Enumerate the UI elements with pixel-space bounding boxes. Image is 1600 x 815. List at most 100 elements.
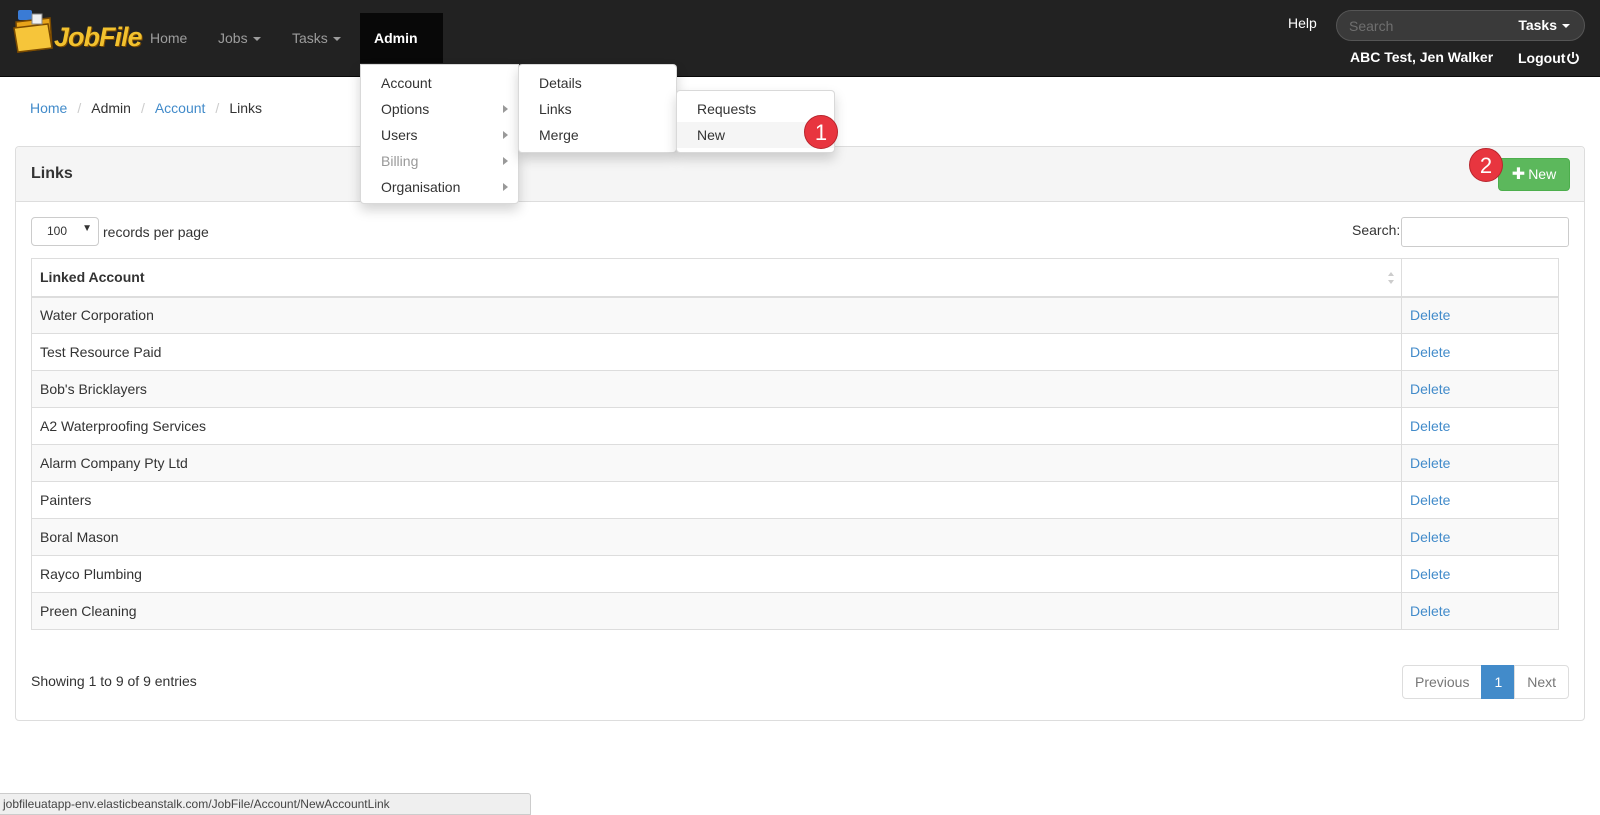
step-1-annotation: 1 — [804, 115, 838, 149]
records-per-page-select[interactable]: 100 ▼ — [31, 217, 99, 246]
breadcrumb-account[interactable]: Account — [155, 100, 206, 116]
breadcrumb: Home / Admin / Account / Links — [30, 100, 262, 116]
search-scope-label: Tasks — [1518, 17, 1557, 33]
table-row: Test Resource Paid Delete — [31, 333, 1559, 371]
brand-logo[interactable]: JobFile — [12, 8, 143, 58]
menu-item-details[interactable]: Details — [519, 70, 676, 96]
menu-item-label: Details — [539, 75, 582, 91]
table-row: Painters Delete — [31, 481, 1559, 519]
column-header-label: Linked Account — [40, 269, 145, 286]
page-title: Links — [31, 165, 73, 182]
menu-item-account[interactable]: Account — [361, 70, 518, 96]
panel-heading: Links ✚ New — [16, 147, 1584, 202]
delete-link[interactable]: Delete — [1401, 481, 1559, 519]
delete-link[interactable]: Delete — [1401, 555, 1559, 593]
global-search: Tasks — [1336, 10, 1585, 41]
links-table: Linked Account Water Corporation Delete T… — [31, 258, 1559, 630]
breadcrumb-home[interactable]: Home — [30, 100, 67, 116]
menu-item-merge[interactable]: Merge — [519, 122, 676, 148]
chevron-right-icon — [503, 183, 508, 191]
menu-item-label: New — [697, 127, 726, 143]
records-per-page: 100 ▼ records per page — [31, 217, 209, 246]
power-icon — [1567, 52, 1580, 65]
table-row: Boral Mason Delete — [31, 518, 1559, 556]
search-scope-dropdown[interactable]: Tasks — [1518, 17, 1570, 33]
menu-item-label: Organisation — [381, 179, 461, 195]
logout-label: Logout — [1518, 50, 1566, 66]
column-header-linked-account[interactable]: Linked Account — [31, 258, 1402, 298]
new-link-button[interactable]: ✚ New — [1498, 158, 1570, 191]
chevron-right-icon — [503, 105, 508, 113]
chevron-right-icon — [503, 157, 508, 165]
breadcrumb-separator: / — [215, 100, 220, 116]
menu-item-label: Users — [381, 127, 418, 143]
nav-admin[interactable]: Admin — [360, 13, 443, 92]
breadcrumb-separator: / — [77, 100, 82, 116]
delete-link[interactable]: Delete — [1401, 407, 1559, 445]
menu-item-label: Merge — [539, 127, 579, 143]
linked-account-cell: Preen Cleaning — [31, 592, 1402, 630]
table-row: Water Corporation Delete — [31, 296, 1559, 334]
linked-account-cell: Painters — [31, 481, 1402, 519]
sort-icon — [1388, 272, 1394, 284]
nav-jobs[interactable]: Jobs — [204, 13, 275, 63]
linked-account-cell: A2 Waterproofing Services — [31, 407, 1402, 445]
logout-link[interactable]: Logout — [1518, 50, 1580, 66]
table-row: Rayco Plumbing Delete — [31, 555, 1559, 593]
delete-link[interactable]: Delete — [1401, 370, 1559, 408]
records-per-page-label: records per page — [103, 223, 209, 240]
menu-item-organisation[interactable]: Organisation — [361, 174, 518, 200]
delete-link[interactable]: Delete — [1401, 518, 1559, 556]
table-row: Bob's Bricklayers Delete — [31, 370, 1559, 408]
admin-dropdown-menu: Account Options Users Billing Organisati… — [360, 64, 519, 204]
linked-account-cell: Alarm Company Pty Ltd — [31, 444, 1402, 482]
menu-item-label: Requests — [697, 101, 757, 117]
previous-page-button[interactable]: Previous — [1402, 665, 1483, 699]
browser-status-bar: jobfileuatapp-env.elasticbeanstalk.com/J… — [0, 793, 531, 815]
next-page-button[interactable]: Next — [1514, 665, 1570, 699]
nav-tasks[interactable]: Tasks — [278, 13, 355, 63]
nav-tasks-label: Tasks — [292, 30, 328, 46]
brand-text: JobFile — [54, 22, 143, 52]
pagination: Previous 1 Next — [1402, 665, 1570, 699]
page-1-button[interactable]: 1 — [1481, 665, 1516, 699]
new-button-label: New — [1528, 166, 1557, 182]
step-2-annotation: 2 — [1469, 148, 1503, 182]
account-submenu: Details Links Merge — [518, 64, 677, 153]
delete-link[interactable]: Delete — [1401, 333, 1559, 371]
nav-admin-label: Admin — [374, 30, 418, 46]
breadcrumb-separator: / — [140, 100, 145, 116]
linked-account-cell: Test Resource Paid — [31, 333, 1402, 371]
delete-link[interactable]: Delete — [1401, 444, 1559, 482]
entries-info: Showing 1 to 9 of 9 entries — [31, 673, 197, 689]
table-search-input[interactable] — [1401, 217, 1569, 247]
table-row: Alarm Company Pty Ltd Delete — [31, 444, 1559, 482]
records-per-page-value: 100 — [47, 224, 68, 238]
menu-item-label: Options — [381, 101, 430, 117]
breadcrumb-admin: Admin — [91, 100, 131, 116]
delete-link[interactable]: Delete — [1401, 592, 1559, 630]
chevron-down-icon — [1562, 24, 1570, 29]
menu-item-label: Billing — [381, 153, 419, 169]
menu-item-links[interactable]: Links — [519, 96, 676, 122]
linked-account-cell: Boral Mason — [31, 518, 1402, 556]
delete-link[interactable]: Delete — [1401, 296, 1559, 334]
search-input[interactable] — [1347, 15, 1497, 37]
user-name[interactable]: ABC Test, Jen Walker — [1350, 49, 1493, 65]
breadcrumb-links: Links — [229, 100, 262, 116]
dropdown-arrow-icon: ▼ — [82, 223, 92, 234]
linked-account-cell: Rayco Plumbing — [31, 555, 1402, 593]
menu-item-label: Account — [381, 75, 432, 91]
nav-jobs-label: Jobs — [218, 30, 248, 46]
menu-item-users[interactable]: Users — [361, 122, 518, 148]
chevron-right-icon — [503, 131, 508, 139]
plus-icon: ✚ — [1511, 166, 1526, 183]
nav-home[interactable]: Home — [136, 13, 201, 63]
help-link[interactable]: Help — [1288, 15, 1317, 31]
menu-item-options[interactable]: Options — [361, 96, 518, 122]
chevron-down-icon — [332, 37, 341, 42]
table-row: Preen Cleaning Delete — [31, 592, 1559, 630]
menu-item-billing[interactable]: Billing — [361, 148, 518, 174]
menu-item-label: Links — [539, 101, 572, 117]
folder-icon — [13, 10, 53, 53]
